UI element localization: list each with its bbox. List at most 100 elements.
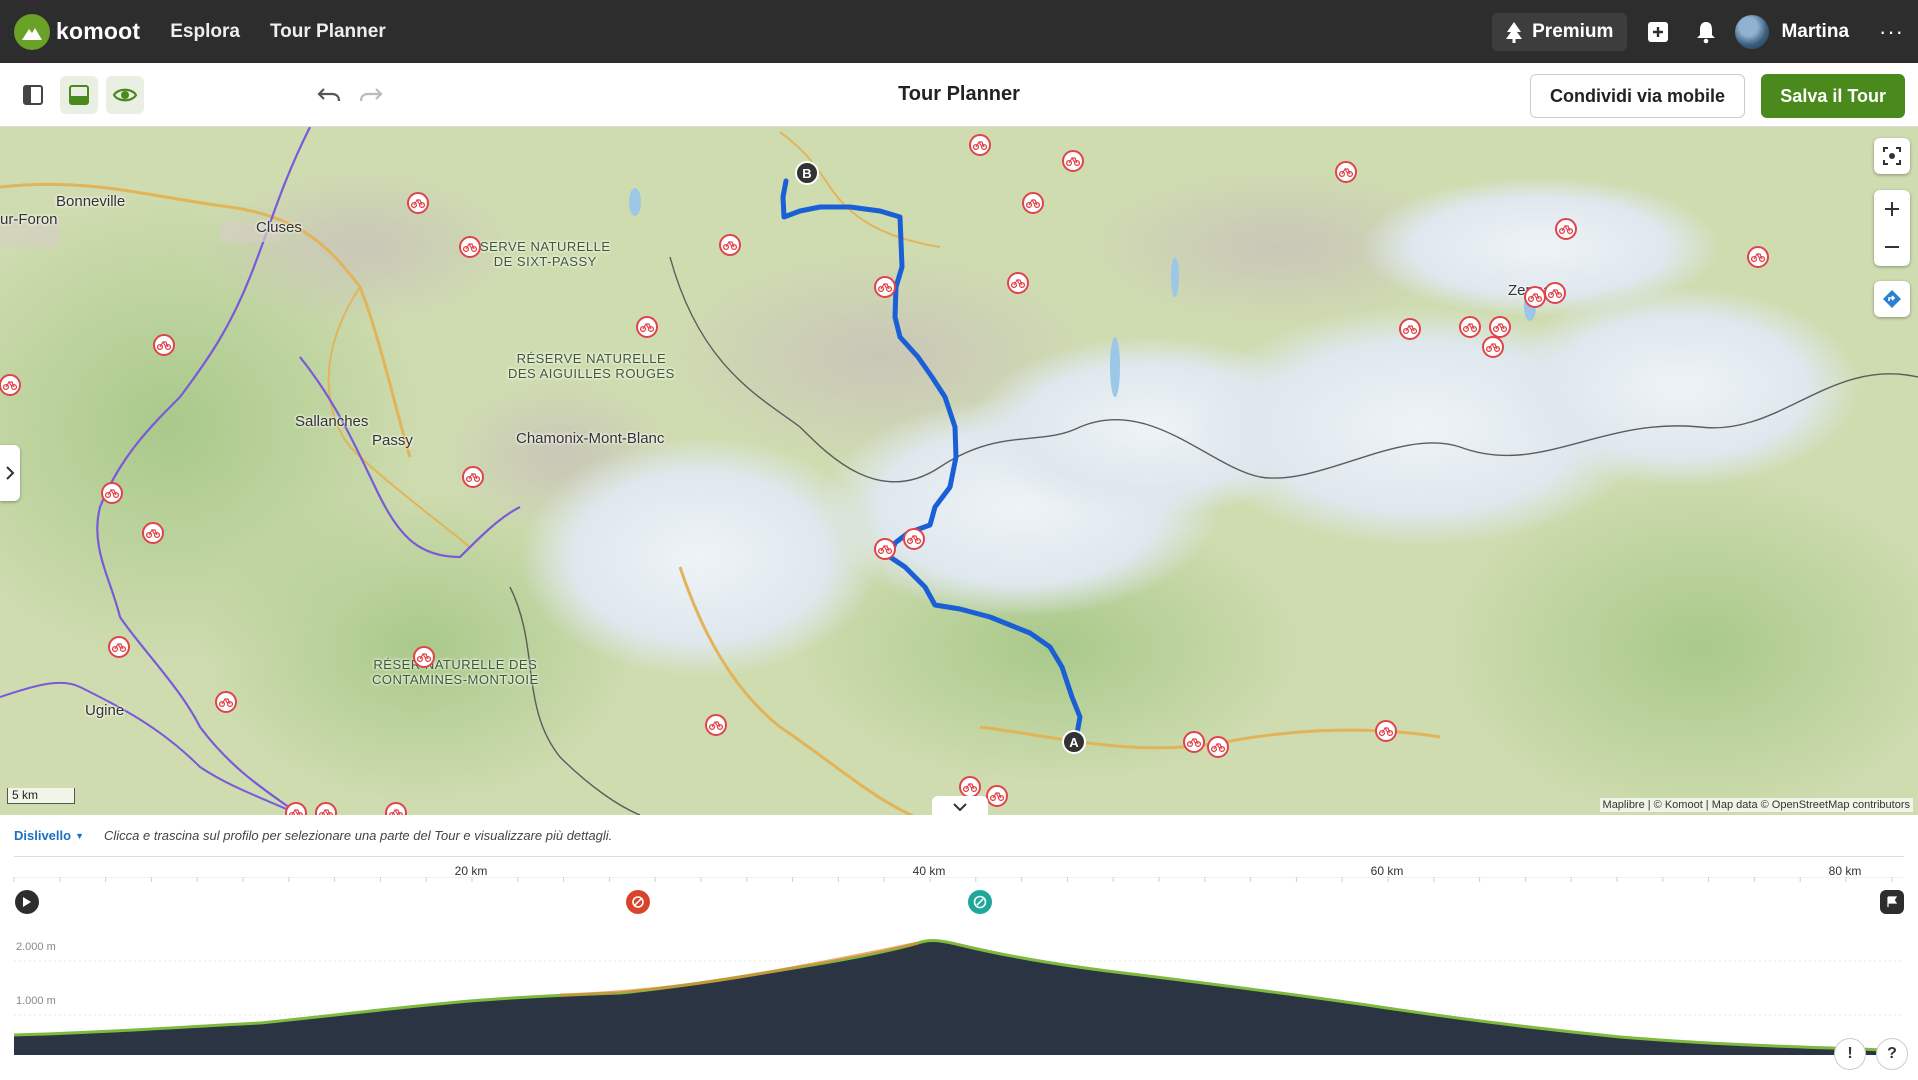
save-tour-button[interactable]: Salva il Tour <box>1761 74 1905 118</box>
profile-surface-icon[interactable] <box>968 890 992 914</box>
help-button[interactable]: ? <box>1876 1038 1908 1070</box>
bike-poi-icon[interactable] <box>874 276 896 298</box>
map-view[interactable]: Bonneville ur-Foron Cluses Sallanches Pa… <box>0 127 1918 815</box>
more-menu-button[interactable]: ··· <box>1879 19 1904 45</box>
zoom-controls <box>1874 190 1910 266</box>
navigation-button[interactable] <box>1874 281 1910 317</box>
bike-poi-icon[interactable] <box>215 691 237 713</box>
bike-poi-icon[interactable] <box>0 374 21 396</box>
komoot-logo-icon <box>14 13 50 50</box>
nav-explore[interactable]: Esplora <box>170 21 240 43</box>
profile-finish-icon[interactable] <box>1880 890 1904 914</box>
altitude-tick-label: 2.000 m <box>16 941 56 953</box>
place-label: Bonneville <box>56 193 126 210</box>
profile-metric-dropdown[interactable]: Dislivello ▼ <box>14 828 84 843</box>
report-button[interactable]: ! <box>1834 1038 1866 1070</box>
chevron-down-icon <box>953 803 967 812</box>
route-end-marker[interactable]: B <box>795 161 819 185</box>
planner-toolbar: Tour Planner Condividi via mobile Salva … <box>0 63 1918 127</box>
bike-poi-icon[interactable] <box>108 636 130 658</box>
bike-poi-icon[interactable] <box>969 134 991 156</box>
play-icon <box>23 897 31 907</box>
bell-icon <box>1697 21 1716 43</box>
zoom-in-button[interactable] <box>1874 190 1910 228</box>
distance-tick-label: 60 km <box>1370 864 1404 878</box>
bike-poi-icon[interactable] <box>1022 192 1044 214</box>
bike-poi-icon[interactable] <box>142 522 164 544</box>
bike-poi-icon[interactable] <box>459 236 481 258</box>
bike-poi-icon[interactable] <box>1062 150 1084 172</box>
bike-poi-icon[interactable] <box>1399 318 1421 340</box>
bike-poi-icon[interactable] <box>1207 736 1229 758</box>
bike-poi-icon[interactable] <box>413 646 435 668</box>
zoom-out-button[interactable] <box>1874 228 1910 266</box>
bike-poi-icon[interactable] <box>705 714 727 736</box>
bike-poi-icon[interactable] <box>1482 336 1504 358</box>
bike-poi-icon[interactable] <box>1007 272 1029 294</box>
nav-tour-planner[interactable]: Tour Planner <box>270 21 386 43</box>
focus-icon <box>1883 147 1901 165</box>
brand-link[interactable]: komoot <box>14 13 141 50</box>
collapse-profile-button[interactable] <box>932 796 988 815</box>
direction-diamond-icon <box>1883 290 1901 308</box>
side-panel-expand-button[interactable] <box>0 445 20 501</box>
redo-icon <box>359 87 383 101</box>
premium-button[interactable]: Premium <box>1492 12 1628 51</box>
bottom-panel-toggle-button[interactable] <box>60 75 98 114</box>
bike-poi-icon[interactable] <box>903 528 925 550</box>
bike-poi-icon[interactable] <box>1544 282 1566 304</box>
undo-icon <box>317 87 341 101</box>
sidebar-toggle-button[interactable] <box>14 76 52 114</box>
plus-icon <box>1885 202 1899 216</box>
bike-poi-icon[interactable] <box>719 234 741 256</box>
top-bar: komoot Esplora Tour Planner Premium Mart… <box>0 0 1918 63</box>
place-label: Ugine <box>85 702 125 719</box>
bike-poi-icon[interactable] <box>1459 316 1481 338</box>
user-name[interactable]: Martina <box>1781 21 1849 43</box>
bike-poi-icon[interactable] <box>1524 286 1546 308</box>
bike-poi-icon[interactable] <box>1555 218 1577 240</box>
premium-tree-icon <box>1506 21 1523 43</box>
brand-name: komoot <box>56 18 141 44</box>
share-mobile-button[interactable]: Condividi via mobile <box>1529 74 1745 118</box>
notifications-button[interactable] <box>1689 15 1723 49</box>
recenter-button[interactable] <box>1874 138 1910 174</box>
avatar[interactable] <box>1735 14 1770 49</box>
bike-poi-icon[interactable] <box>407 192 429 214</box>
visibility-toggle-button[interactable] <box>106 75 144 114</box>
profile-start-icon[interactable] <box>15 890 39 914</box>
bike-poi-icon[interactable] <box>153 334 175 356</box>
profile-metric-label: Dislivello <box>14 828 72 843</box>
place-label: Chamonix-Mont-Blanc <box>516 430 665 447</box>
redo-button[interactable] <box>352 76 390 114</box>
sidebar-layout-icon <box>23 84 43 105</box>
bike-poi-icon[interactable] <box>636 316 658 338</box>
bike-poi-icon[interactable] <box>101 482 123 504</box>
reserve-label: SERVE NATURELLE DE SIXT-PASSY <box>480 239 611 269</box>
eye-icon <box>113 88 137 101</box>
bike-poi-icon[interactable] <box>986 785 1008 807</box>
restricted-bike-icon <box>632 896 644 908</box>
bike-poi-icon[interactable] <box>462 466 484 488</box>
route-start-marker[interactable]: A <box>1062 730 1086 754</box>
elevation-chart[interactable] <box>0 915 1918 1055</box>
bike-poi-icon[interactable] <box>1489 316 1511 338</box>
profile-warning-icon[interactable] <box>626 890 650 914</box>
profile-divider <box>14 856 1904 857</box>
bottom-panel-layout-icon <box>69 84 89 105</box>
distance-ruler <box>13 877 1904 882</box>
bike-poi-icon[interactable] <box>1375 720 1397 742</box>
elevation-profile-panel: Dislivello ▼ Clicca e trascina sul profi… <box>0 815 1918 1080</box>
bike-poi-icon[interactable] <box>1335 161 1357 183</box>
plus-square-icon <box>1648 21 1669 42</box>
bike-poi-icon[interactable] <box>1747 246 1769 268</box>
bike-poi-icon[interactable] <box>1183 731 1205 753</box>
reserve-label: RÉSERVE NATURELLE DES AIGUILLES ROUGES <box>508 351 675 381</box>
distance-tick-label: 40 km <box>912 864 946 878</box>
no-entry-icon <box>973 895 987 909</box>
create-button[interactable] <box>1641 15 1675 49</box>
profile-hint: Clicca e trascina sul profilo per selezi… <box>104 828 613 843</box>
bike-poi-icon[interactable] <box>959 776 981 798</box>
undo-button[interactable] <box>310 76 348 114</box>
bike-poi-icon[interactable] <box>874 538 896 560</box>
